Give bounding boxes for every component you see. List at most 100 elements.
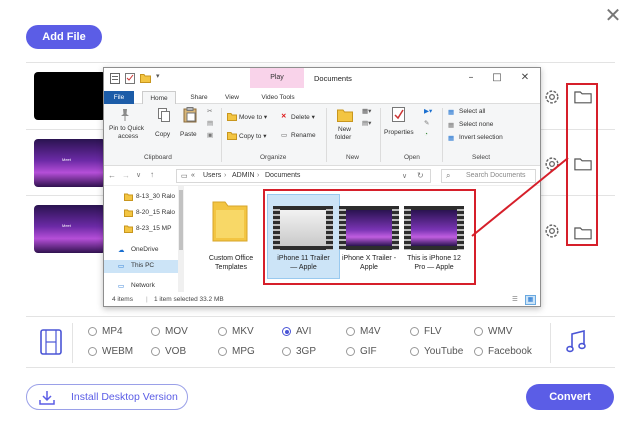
nav-item-folder-3[interactable]: 8-23_15 MP <box>136 225 171 232</box>
breadcrumb-documents[interactable]: Documents <box>265 172 300 179</box>
refresh-icon[interactable]: ↻ <box>417 171 424 180</box>
details-view-icon[interactable]: ☰ <box>512 295 518 303</box>
open-icon[interactable]: ▶▾ <box>424 107 432 115</box>
maximize-icon[interactable]: □ <box>490 72 504 83</box>
format-label-mpg[interactable]: MPG <box>232 346 255 357</box>
format-label-vob[interactable]: VOB <box>165 346 186 357</box>
format-label-youtube[interactable]: YouTube <box>424 346 463 357</box>
quick-access-dropdown[interactable]: ▾ <box>156 72 160 80</box>
video-format-icon[interactable] <box>40 329 62 355</box>
invert-selection-button[interactable]: Invert selection <box>459 134 503 141</box>
pin-icon[interactable] <box>118 108 132 122</box>
invert-selection-icon[interactable]: ▦ <box>448 134 454 142</box>
pin-label-2[interactable]: access <box>118 133 138 140</box>
format-radio-mp4[interactable] <box>88 327 97 336</box>
format-radio-facebook[interactable] <box>474 347 483 356</box>
format-label-mov[interactable]: MOV <box>165 326 188 337</box>
nav-scrollbar[interactable] <box>178 186 184 292</box>
properties-label[interactable]: Properties <box>384 129 414 136</box>
format-label-mp4[interactable]: MP4 <box>102 326 123 337</box>
tab-view[interactable]: View <box>218 91 246 104</box>
easy-access-icon[interactable]: ▤▾ <box>362 119 371 127</box>
copy-label[interactable]: Copy <box>155 131 170 138</box>
format-radio-mov[interactable] <box>151 327 160 336</box>
select-all-icon[interactable]: ▦ <box>448 108 454 116</box>
properties-quick-icon[interactable] <box>125 73 135 84</box>
format-label-webm[interactable]: WEBM <box>102 346 133 357</box>
new-folder-label-2[interactable]: folder <box>335 134 351 141</box>
format-radio-3gp[interactable] <box>282 347 291 356</box>
convert-button[interactable]: Convert <box>526 384 614 410</box>
tab-home[interactable]: Home <box>142 91 176 104</box>
copy-to-icon[interactable] <box>227 131 237 140</box>
gear-icon[interactable] <box>543 88 561 106</box>
close-icon[interactable]: ✕ <box>604 5 622 25</box>
overflow-chevrons[interactable]: « <box>191 172 195 179</box>
select-none-icon[interactable]: ▦ <box>448 121 454 129</box>
copy-icon[interactable] <box>158 108 170 122</box>
rename-icon[interactable]: ▭ <box>281 131 287 139</box>
format-label-m4v[interactable]: M4V <box>360 326 381 337</box>
folder-icon[interactable] <box>212 198 248 242</box>
tab-video-tools[interactable]: Video Tools <box>252 91 304 104</box>
new-item-icon[interactable]: ▦▾ <box>362 107 371 115</box>
pin-label-1[interactable]: Pin to Quick <box>109 125 144 132</box>
cut-icon[interactable]: ✂ <box>207 107 212 115</box>
format-label-mkv[interactable]: MKV <box>232 326 254 337</box>
large-icons-view-icon[interactable]: ▦ <box>525 295 536 305</box>
address-field[interactable]: ▭ « Users › ADMIN › Documents ∨ ↻ <box>176 169 431 183</box>
tab-file[interactable]: File <box>104 91 134 104</box>
copy-path-icon[interactable]: ▤ <box>207 119 213 127</box>
format-label-facebook[interactable]: Facebook <box>488 346 532 357</box>
paste-shortcut-icon[interactable]: ▣ <box>207 131 213 139</box>
format-label-wmv[interactable]: WMV <box>488 326 512 337</box>
properties-icon[interactable] <box>392 107 406 123</box>
format-label-avi[interactable]: AVI <box>296 326 311 337</box>
breadcrumb-users[interactable]: Users <box>203 172 221 179</box>
nav-item-folder-1[interactable]: 8-13_30 Ralo <box>136 193 175 200</box>
select-all-button[interactable]: Select all <box>459 108 485 115</box>
delete-button[interactable]: Delete ▾ <box>291 113 315 121</box>
format-radio-mpg[interactable] <box>218 347 227 356</box>
select-none-button[interactable]: Select none <box>459 121 493 128</box>
format-radio-webm[interactable] <box>88 347 97 356</box>
nav-item-onedrive[interactable]: OneDrive <box>131 246 158 253</box>
recent-dropdown-icon[interactable]: ∨ <box>136 171 141 179</box>
up-icon[interactable]: ↑ <box>150 170 154 179</box>
back-icon[interactable]: ← <box>108 171 116 180</box>
format-radio-flv[interactable] <box>410 327 419 336</box>
paste-icon[interactable] <box>183 107 197 123</box>
delete-icon[interactable]: ✕ <box>281 112 286 120</box>
history-icon[interactable]: ◔ <box>424 131 428 138</box>
edit-icon[interactable]: ✎ <box>424 119 429 127</box>
copy-to-button[interactable]: Copy to ▾ <box>239 132 266 140</box>
nav-item-folder-2[interactable]: 8-20_15 Ralo <box>136 209 175 216</box>
minimize-icon[interactable]: – <box>464 72 478 83</box>
tab-share[interactable]: Share <box>184 91 214 104</box>
address-dropdown-icon[interactable]: ∨ <box>402 172 407 180</box>
breadcrumb-admin[interactable]: ADMIN <box>232 172 255 179</box>
new-folder-label-1[interactable]: New <box>338 126 351 133</box>
format-radio-wmv[interactable] <box>474 327 483 336</box>
format-label-gif[interactable]: GIF <box>360 346 377 357</box>
install-desktop-button[interactable]: Install Desktop Version <box>26 384 188 410</box>
move-to-button[interactable]: Move to ▾ <box>239 113 267 121</box>
move-to-icon[interactable] <box>227 112 237 121</box>
add-file-button[interactable]: Add File <box>26 25 102 49</box>
format-radio-mkv[interactable] <box>218 327 227 336</box>
close-window-icon[interactable]: ✕ <box>518 72 532 83</box>
music-note-icon[interactable] <box>566 330 586 354</box>
nav-item-this-pc[interactable]: This PC <box>131 262 154 269</box>
nav-scroll-thumb[interactable] <box>179 190 183 250</box>
new-folder-icon[interactable] <box>337 108 353 122</box>
folder-quick-icon[interactable] <box>140 73 151 83</box>
format-label-flv[interactable]: FLV <box>424 326 442 337</box>
format-label-3gp[interactable]: 3GP <box>296 346 316 357</box>
rename-button[interactable]: Rename <box>291 132 316 139</box>
format-radio-youtube[interactable] <box>410 347 419 356</box>
paste-label[interactable]: Paste <box>180 131 197 138</box>
forward-icon[interactable]: → <box>122 171 130 180</box>
format-radio-m4v[interactable] <box>346 327 355 336</box>
format-radio-gif[interactable] <box>346 347 355 356</box>
nav-item-network[interactable]: Network <box>131 282 155 289</box>
